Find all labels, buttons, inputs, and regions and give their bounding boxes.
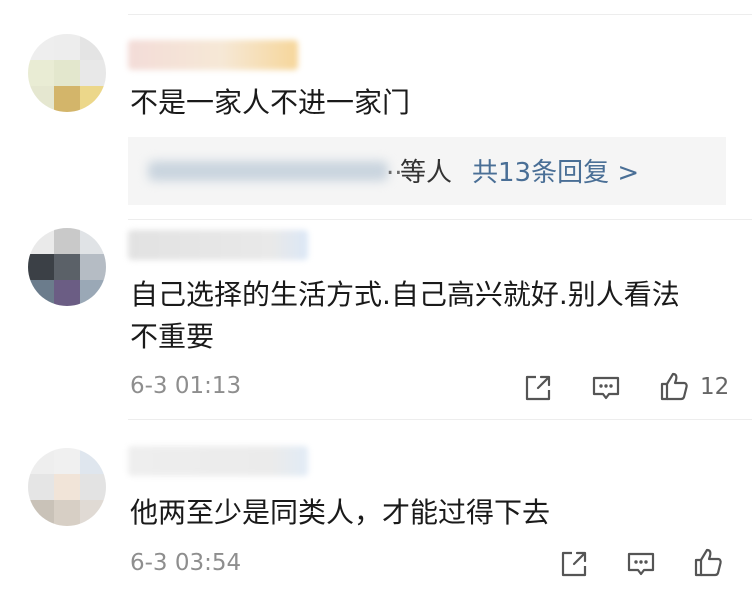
avatar[interactable] — [28, 34, 106, 112]
timestamp: 6-3 01:13 — [130, 373, 242, 399]
comment-divider — [128, 419, 752, 420]
comment-text: 他两至少是同类人，才能过得下去 — [130, 496, 551, 529]
like-icon[interactable] — [658, 370, 690, 402]
share-icon[interactable] — [558, 548, 590, 580]
comment-text-line1: 自己选择的生活方式.自己高兴就好.别人看法 — [130, 278, 680, 311]
reply-summary[interactable]: .. 等人 共13条回复 > — [128, 137, 726, 205]
like-icon[interactable] — [692, 546, 724, 578]
comment-divider — [128, 219, 752, 220]
username-blurred[interactable] — [128, 40, 298, 70]
username-blurred[interactable] — [128, 230, 308, 260]
like-count: 12 — [700, 374, 730, 400]
comment-text: 不是一家人不进一家门 — [130, 86, 411, 119]
reply-others-label: 等人 — [400, 158, 453, 188]
share-icon[interactable] — [522, 372, 554, 404]
reply-count-link[interactable]: 共13条回复 > — [472, 152, 639, 189]
reply-icon[interactable] — [590, 372, 622, 404]
avatar[interactable] — [28, 448, 106, 526]
reply-usernames-blurred — [148, 161, 388, 181]
avatar[interactable] — [28, 228, 106, 306]
comment-text-line2: 不重要 — [130, 320, 215, 353]
top-divider — [128, 14, 752, 15]
reply-icon[interactable] — [625, 548, 657, 580]
timestamp: 6-3 03:54 — [130, 550, 242, 576]
username-blurred[interactable] — [128, 446, 308, 476]
